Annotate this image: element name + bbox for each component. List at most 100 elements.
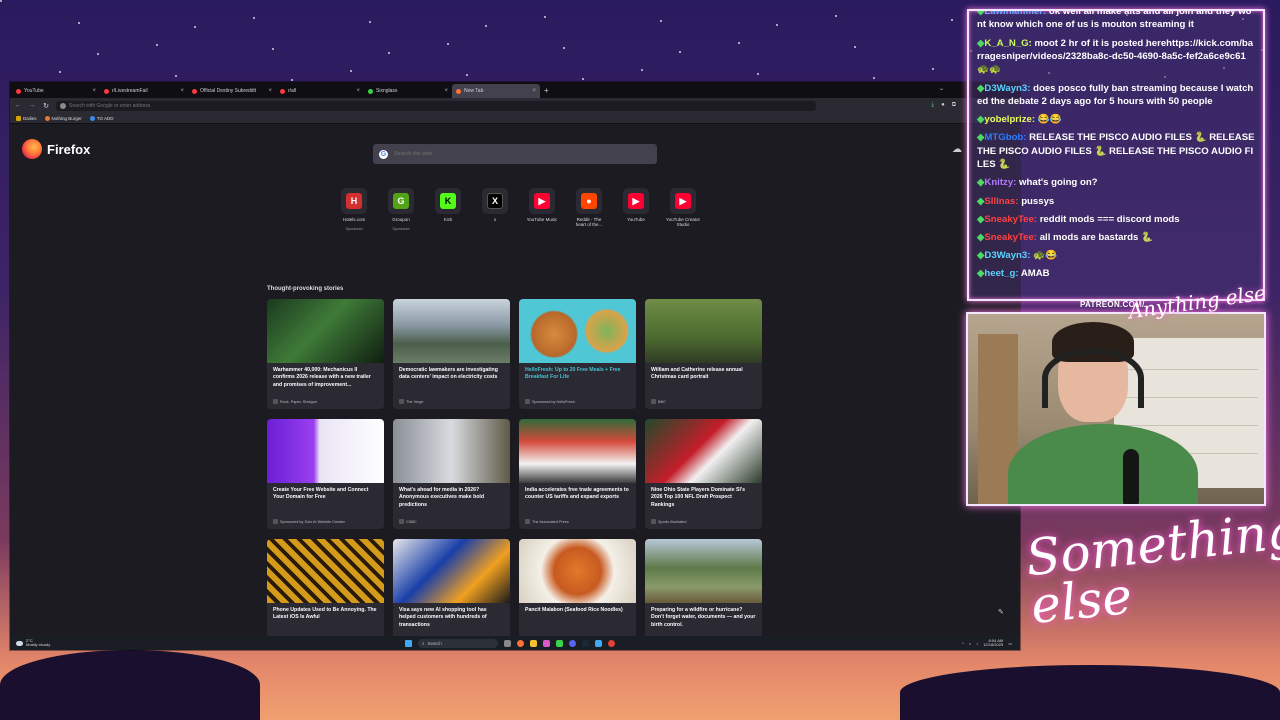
story-card[interactable]: Democratic lawmakers are investigating d… — [393, 299, 510, 409]
app-icon[interactable] — [556, 639, 563, 647]
story-card[interactable]: Create Your Free Website and Connect You… — [267, 419, 384, 529]
story-thumbnail[interactable] — [267, 539, 384, 603]
windows-start-icon[interactable] — [405, 639, 412, 647]
story-title[interactable]: Democratic lawmakers are investigating d… — [393, 363, 510, 392]
shortcut[interactable]: ▶ YouTube Creator Studio — [665, 188, 701, 232]
firefox-taskbar-icon[interactable] — [517, 639, 524, 647]
extensions-icon[interactable]: ⧉ — [952, 102, 956, 109]
close-icon[interactable]: × — [532, 88, 536, 94]
chat-username[interactable]: K_A_N_G: — [984, 38, 1031, 49]
chat-username[interactable]: Lawlhammer: — [984, 11, 1046, 17]
forward-icon[interactable]: → — [28, 102, 36, 109]
account-icon[interactable]: ● — [941, 102, 945, 109]
downloads-icon[interactable]: ⤓ — [931, 102, 934, 109]
chrome-icon[interactable] — [608, 639, 615, 647]
taskbar-clock[interactable]: 8:04 AM 12/18/2025 — [983, 638, 1003, 648]
story-thumbnail[interactable] — [267, 419, 384, 483]
bookmark-item[interactable]: TO ADD — [89, 115, 113, 121]
story-card[interactable]: Warhammer 40,000: Mechanicus II confirms… — [267, 299, 384, 409]
shortcut-tile[interactable]: ▶ — [670, 188, 696, 214]
notifications-icon[interactable]: ▭ — [1008, 641, 1012, 646]
web-search-box[interactable]: G — [373, 144, 657, 164]
chat-username[interactable]: MTGbob: — [984, 132, 1026, 143]
story-title[interactable]: William and Catherine release annual Chr… — [645, 363, 762, 392]
chat-username[interactable]: Knitzy: — [984, 177, 1016, 188]
close-icon[interactable]: × — [356, 88, 360, 94]
chat-username[interactable]: SIllnas: — [984, 196, 1018, 207]
story-card[interactable]: Pancit Malabon (Seafood Rice Noodles)The… — [519, 539, 636, 636]
story-title[interactable]: India accelerates free trade agreements … — [519, 483, 636, 512]
web-search-input[interactable] — [394, 151, 651, 157]
story-title[interactable]: Visa says new AI shopping tool has helpe… — [393, 603, 510, 632]
close-icon[interactable]: × — [268, 88, 272, 94]
new-tab-button[interactable]: + — [544, 84, 549, 98]
story-thumbnail[interactable] — [519, 299, 636, 363]
shortcut-tile[interactable]: G — [388, 188, 414, 214]
tab[interactable]: r/LivestreamFail × — [100, 84, 188, 98]
story-card[interactable]: William and Catherine release annual Chr… — [645, 299, 762, 409]
tray-chevron-icon[interactable]: ^ — [962, 641, 964, 646]
shortcut[interactable]: K Kick — [430, 188, 466, 232]
edit-pencil-icon[interactable]: ✎ — [998, 608, 1008, 618]
story-card[interactable]: Phone Updates Used to Be Annoying. The L… — [267, 539, 384, 636]
chat-username[interactable]: D3Wayn3: — [984, 250, 1030, 261]
close-icon[interactable]: × — [92, 88, 96, 94]
story-title[interactable]: Pancit Malabon (Seafood Rice Noodles) — [519, 603, 636, 632]
story-card[interactable]: Visa says new AI shopping tool has helpe… — [393, 539, 510, 636]
steam-icon[interactable] — [582, 639, 589, 647]
story-thumbnail[interactable] — [393, 419, 510, 483]
story-title[interactable]: Preparing for a wildfire or hurricane? D… — [645, 603, 762, 632]
shortcut[interactable]: H Hotels.com Sponsored — [336, 188, 372, 232]
explorer-icon[interactable] — [530, 639, 537, 647]
chat-username[interactable]: yobelprize: — [984, 114, 1035, 125]
task-view-icon[interactable] — [504, 639, 511, 647]
search-engine-icon[interactable] — [60, 102, 66, 109]
story-thumbnail[interactable] — [645, 419, 762, 483]
shortcut-tile[interactable]: H — [341, 188, 367, 214]
story-thumbnail[interactable] — [393, 299, 510, 363]
shortcut[interactable]: Xx — [477, 188, 513, 232]
app-icon[interactable] — [595, 639, 602, 647]
story-title[interactable]: Warhammer 40,000: Mechanicus II confirms… — [267, 363, 384, 392]
address-bar[interactable] — [56, 100, 816, 111]
tab[interactable]: New Tab × — [452, 84, 540, 98]
shortcut-tile[interactable]: ▶ — [529, 188, 555, 214]
shortcut[interactable]: ▶ YouTube Music — [524, 188, 560, 232]
story-card[interactable]: Preparing for a wildfire or hurricane? D… — [645, 539, 762, 636]
shortcut[interactable]: G Groupon Sponsored — [383, 188, 419, 232]
bookmark-item[interactable]: Dailies — [16, 115, 37, 121]
story-title[interactable]: Create Your Free Website and Connect You… — [267, 483, 384, 512]
chat-username[interactable]: D3Wayn3: — [984, 83, 1030, 94]
tab[interactable]: Official Destiny Subreddit × — [188, 84, 276, 98]
shortcut-tile[interactable]: X — [482, 188, 508, 214]
close-icon[interactable]: × — [444, 88, 448, 94]
shortcut-tile[interactable]: ● — [576, 188, 602, 214]
close-icon[interactable]: × — [180, 88, 184, 94]
taskbar-weather[interactable]: 2°C Mostly cloudy — [16, 638, 50, 648]
tab[interactable]: YouTube × — [12, 84, 100, 98]
story-title[interactable]: Nine Ohio State Players Dominate SI's 20… — [645, 483, 762, 512]
story-card[interactable]: What's ahead for media in 2026? Anonymou… — [393, 419, 510, 529]
tab[interactable]: r/all × — [276, 84, 364, 98]
story-thumbnail[interactable] — [267, 299, 384, 363]
story-title[interactable]: Phone Updates Used to Be Annoying. The L… — [267, 603, 384, 632]
chat-username[interactable]: SneakyTee: — [984, 214, 1037, 225]
back-icon[interactable]: ← — [14, 102, 22, 109]
story-thumbnail[interactable] — [393, 539, 510, 603]
shortcut[interactable]: ▶ YouTube — [618, 188, 654, 232]
shortcut-tile[interactable]: K — [435, 188, 461, 214]
address-input[interactable] — [69, 102, 812, 109]
story-thumbnail[interactable] — [645, 539, 762, 603]
story-card[interactable]: India accelerates free trade agreements … — [519, 419, 636, 529]
app-icon[interactable] — [543, 639, 550, 647]
story-card[interactable]: HelloFresh: Up to 20 Free Meals + Free B… — [519, 299, 636, 409]
volume-icon[interactable]: ♪ — [976, 641, 978, 646]
tab-list-icon[interactable]: ⌄ — [939, 85, 944, 92]
taskbar-search[interactable]: ⌕ Search — [418, 638, 498, 648]
chat-username[interactable]: SneakyTee: — [984, 232, 1037, 243]
discord-icon[interactable] — [569, 639, 576, 647]
story-title[interactable]: HelloFresh: Up to 20 Free Meals + Free B… — [519, 363, 636, 392]
story-thumbnail[interactable] — [645, 299, 762, 363]
network-icon[interactable]: ⌂ — [969, 641, 971, 646]
story-thumbnail[interactable] — [519, 419, 636, 483]
